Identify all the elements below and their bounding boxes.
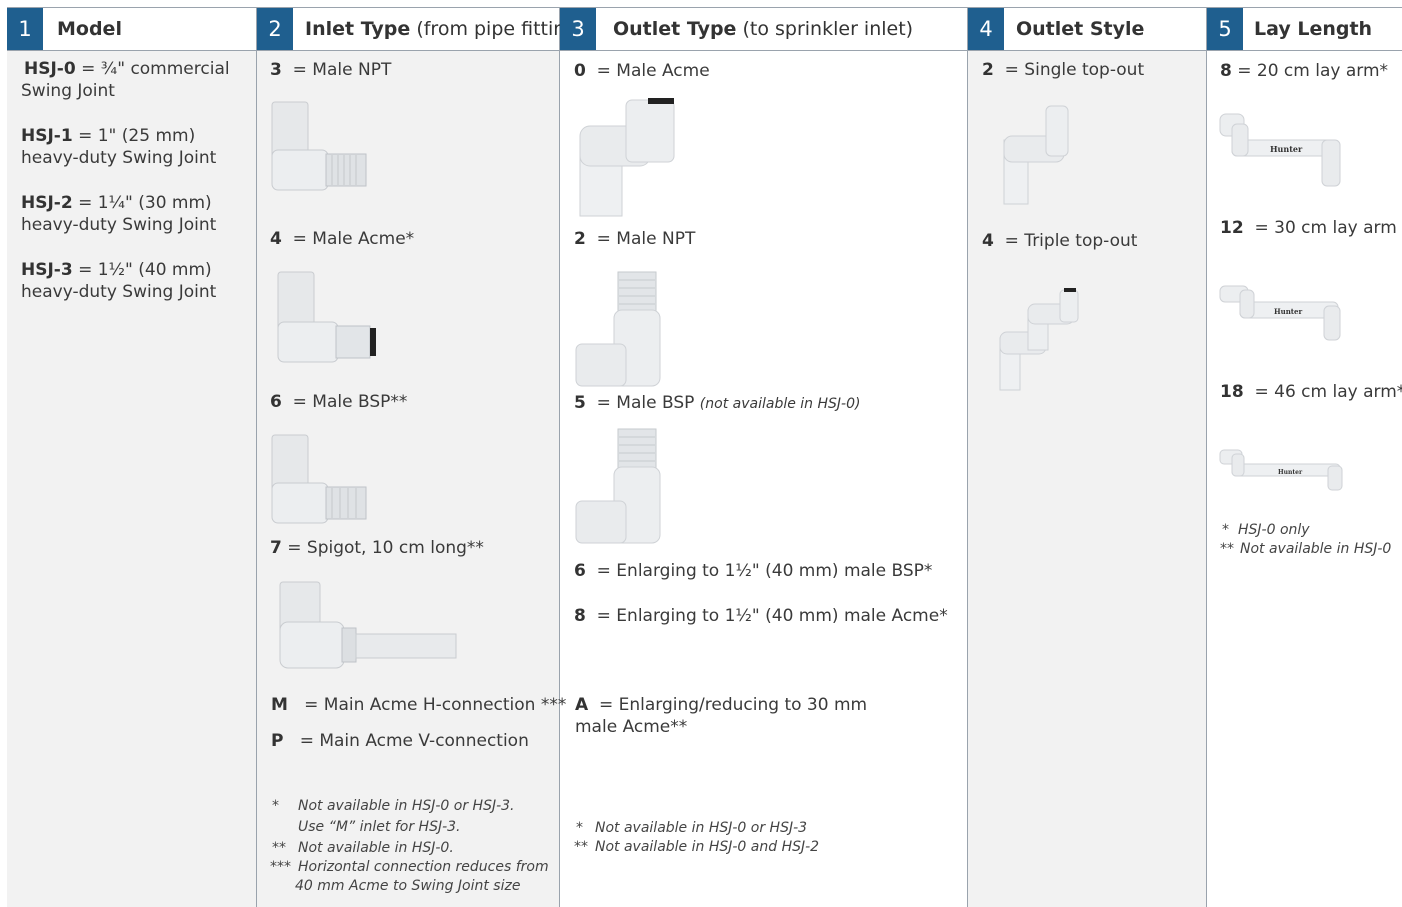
outlet-bsp-image bbox=[575, 428, 661, 544]
inlet-note: Horizontal connection reduces from bbox=[298, 859, 549, 875]
inlet-option: 3 = Male NPT bbox=[270, 60, 392, 80]
lay-note: * bbox=[1222, 522, 1229, 538]
header-lay: 5 Lay Length bbox=[1206, 7, 1402, 51]
lay-option: 18 = 46 cm lay arm** bbox=[1220, 382, 1402, 402]
inlet-note: 40 mm Acme to Swing Joint size bbox=[295, 878, 521, 894]
lay-note: ** bbox=[1220, 541, 1234, 557]
step-number: 3 bbox=[560, 8, 596, 50]
inlet-note: *** bbox=[270, 859, 291, 875]
lay-note: Not available in HSJ-0 bbox=[1240, 541, 1392, 557]
step-number: 5 bbox=[1207, 8, 1243, 50]
style-triple-image bbox=[999, 288, 1079, 391]
outlet-acme-image bbox=[579, 98, 675, 217]
model-line: HSJ-2 = 1¼" (30 mm) bbox=[21, 193, 212, 213]
model-line: HSJ-0 = ¾" commercial bbox=[24, 59, 230, 79]
model-line: Swing Joint bbox=[21, 81, 115, 101]
lay-30cm-image: Hunter bbox=[1219, 285, 1341, 341]
model-line: heavy-duty Swing Joint bbox=[21, 148, 217, 168]
model-line: HSJ-3 = 1½" (40 mm) bbox=[21, 260, 212, 280]
header-style: 4 Outlet Style bbox=[967, 7, 1206, 51]
lay-option: 8 = 20 cm lay arm* bbox=[1220, 61, 1389, 81]
inlet-option: 7 = Spigot, 10 cm long** bbox=[270, 538, 484, 558]
header-title: Inlet Type bbox=[305, 18, 411, 40]
style-option: 2 = Single top-out bbox=[982, 60, 1145, 80]
model-line: HSJ-1 = 1" (25 mm) bbox=[21, 126, 196, 146]
outlet-option: 8 = Enlarging to 1½" (40 mm) male Acme* bbox=[574, 606, 948, 626]
header-inlet: 2 Inlet Type (from pipe fitting) bbox=[256, 7, 585, 51]
brand-mark: Hunter bbox=[1278, 469, 1303, 476]
outlet-option: A = Enlarging/reducing to 30 mm bbox=[575, 695, 868, 715]
lay-46cm-image: Hunter bbox=[1219, 449, 1343, 491]
step-number: 4 bbox=[968, 8, 1004, 50]
header-title: Outlet Style bbox=[1016, 18, 1145, 40]
inlet-option: 4 = Male Acme* bbox=[270, 229, 415, 249]
style-option: 4 = Triple top-out bbox=[982, 231, 1138, 251]
header-subtitle: (to sprinkler inlet) bbox=[736, 18, 914, 40]
outlet-option-cont: male Acme** bbox=[575, 717, 688, 737]
outlet-note: ** bbox=[574, 839, 588, 855]
inlet-bsp-image bbox=[271, 434, 367, 524]
column-divider bbox=[967, 7, 968, 907]
inlet-npt-image bbox=[271, 101, 367, 191]
inlet-option: P = Main Acme V-connection bbox=[271, 731, 529, 751]
outlet-option: 2 = Male NPT bbox=[574, 229, 696, 249]
inlet-note: Use “M” inlet for HSJ-3. bbox=[298, 819, 461, 835]
column-divider bbox=[559, 7, 560, 907]
lay-20cm-image: Hunter bbox=[1219, 113, 1341, 187]
model-line: heavy-duty Swing Joint bbox=[21, 215, 217, 235]
brand-mark: Hunter bbox=[1274, 307, 1302, 316]
step-number: 1 bbox=[7, 8, 43, 50]
step-number: 2 bbox=[257, 8, 293, 50]
outlet-option: 6 = Enlarging to 1½" (40 mm) male BSP* bbox=[574, 561, 933, 581]
brand-mark: Hunter bbox=[1270, 144, 1303, 154]
outlet-option: 0 = Male Acme bbox=[574, 61, 710, 81]
header-title: Model bbox=[57, 18, 122, 40]
lay-option: 12 = 30 cm lay arm bbox=[1220, 218, 1397, 238]
inlet-note: ** bbox=[272, 840, 286, 856]
header-model: 1 Model bbox=[7, 7, 256, 51]
header-title: Outlet Type bbox=[613, 18, 737, 40]
header-title: Lay Length bbox=[1254, 18, 1373, 40]
outlet-note: Not available in HSJ-0 and HSJ-2 bbox=[595, 839, 820, 855]
inlet-note: Not available in HSJ-0. bbox=[298, 840, 454, 856]
inlet-note: Not available in HSJ-0 or HSJ-3. bbox=[298, 798, 515, 814]
style-single-image bbox=[1003, 105, 1069, 205]
outlet-note: * bbox=[576, 820, 583, 836]
column-divider bbox=[256, 7, 257, 907]
column-divider bbox=[1206, 7, 1207, 907]
outlet-npt-image bbox=[575, 271, 661, 387]
inlet-option: 6 = Male BSP** bbox=[270, 392, 408, 412]
lay-note: HSJ-0 only bbox=[1238, 522, 1310, 538]
outlet-option: 5 = Male BSP (not available in HSJ-0) bbox=[574, 393, 861, 413]
header-outlet: 3 Outlet Type (to sprinkler inlet) bbox=[559, 7, 967, 51]
outlet-option-note: (not available in HSJ-0) bbox=[699, 396, 861, 412]
inlet-note: * bbox=[272, 798, 279, 814]
model-line: heavy-duty Swing Joint bbox=[21, 282, 217, 302]
inlet-spigot-image bbox=[279, 581, 457, 669]
inlet-option: M = Main Acme H-connection *** bbox=[271, 695, 567, 715]
outlet-note: Not available in HSJ-0 or HSJ-3 bbox=[595, 820, 808, 836]
inlet-acme-image bbox=[277, 271, 376, 363]
